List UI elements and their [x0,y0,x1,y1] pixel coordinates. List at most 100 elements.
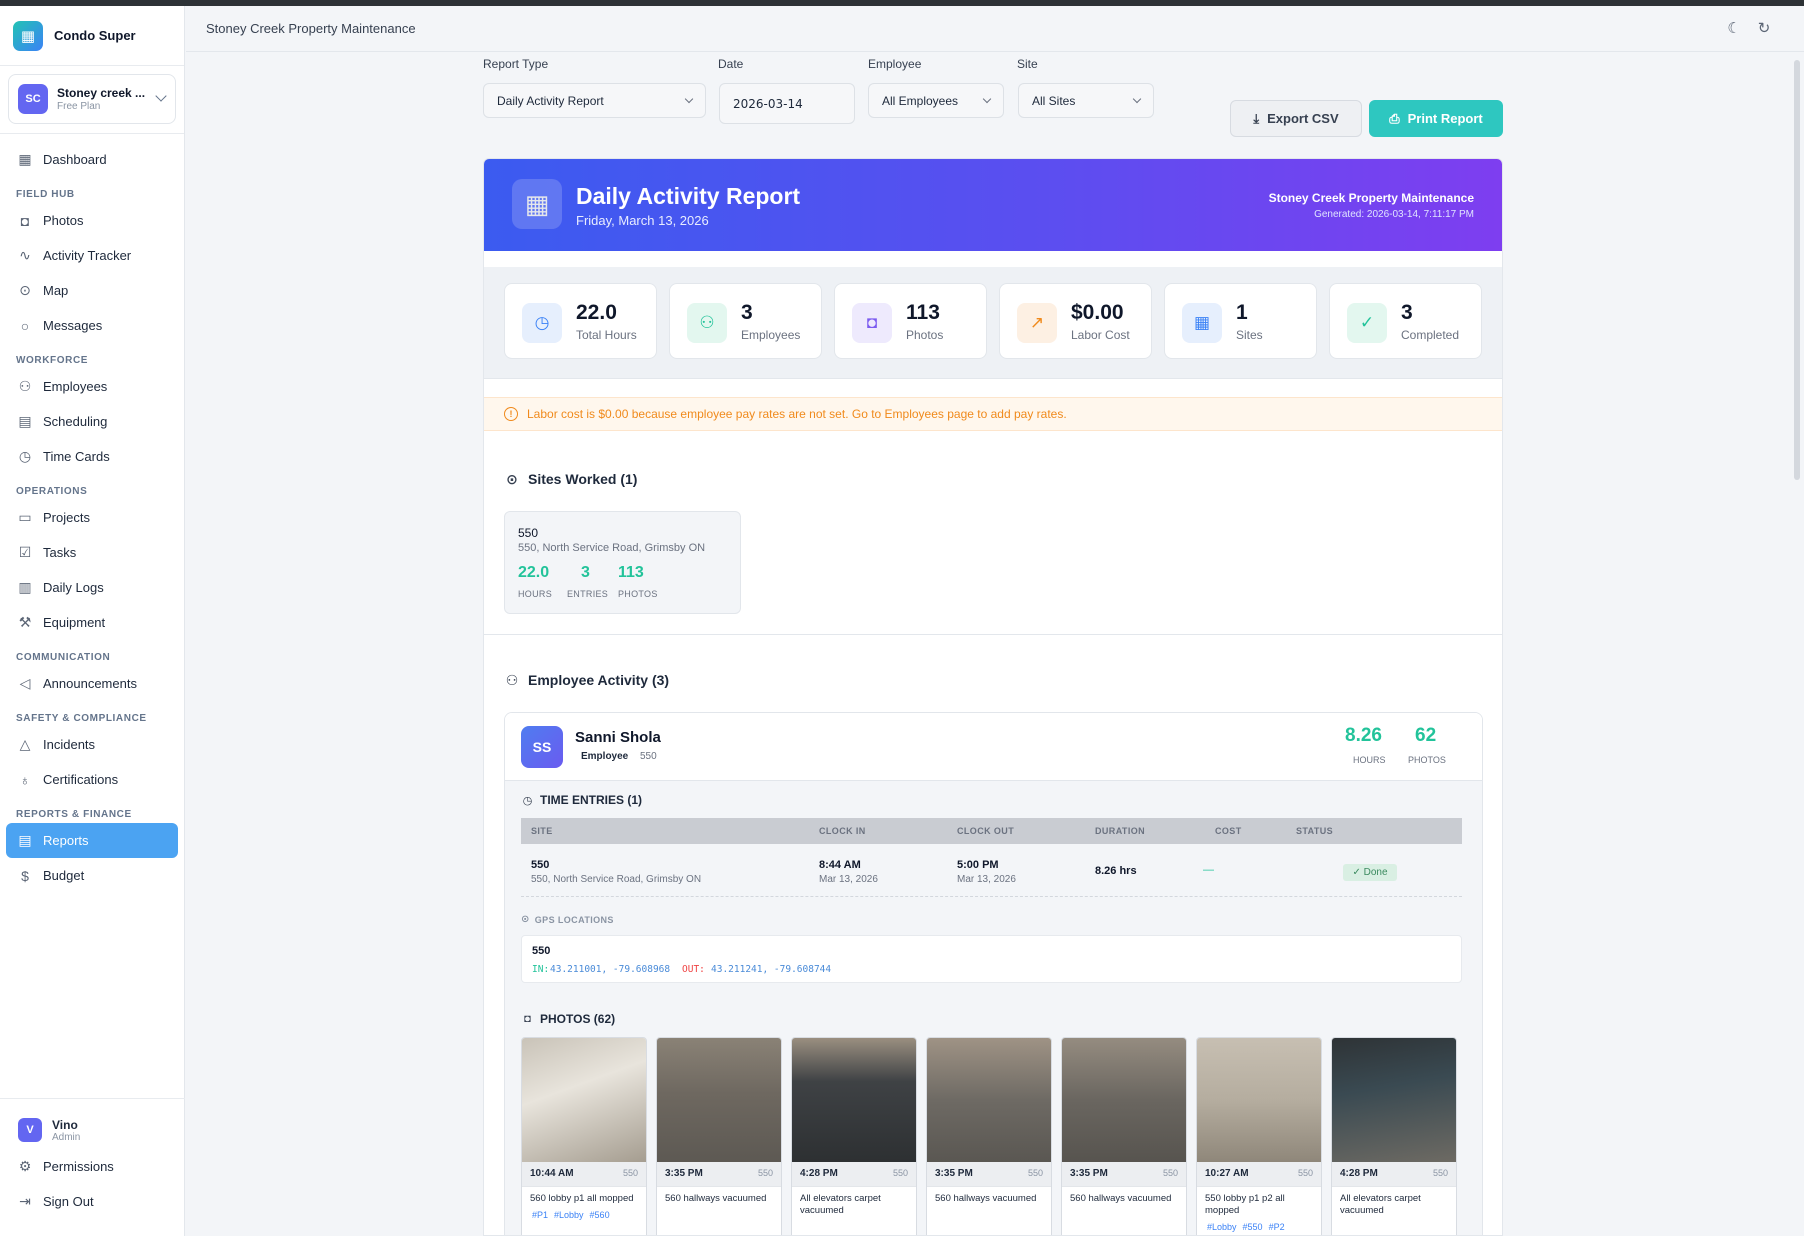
photo-tag[interactable]: #560 [590,1210,610,1220]
photo-card[interactable]: 3:35 PM 550 560 hallways vacuumed [926,1037,1052,1235]
employee-avatar: SS [521,726,563,768]
sidebar-item-announcements[interactable]: ◁ Announcements [6,666,178,701]
camera-icon: ◘ [20,212,30,229]
employee-card: SS Sanni Shola Employee 550 8.26 HOURS 6… [504,712,1483,1235]
sidebar-item-messages[interactable]: ○ Messages [6,308,178,343]
photo-card[interactable]: 3:35 PM 550 560 hallways vacuumed [656,1037,782,1235]
refresh-icon[interactable]: ↻ [1755,19,1773,37]
photo-time: 3:35 PM [935,1168,973,1179]
clock-icon: ◷ [18,448,32,464]
photo-caption: 560 hallways vacuumed [935,1193,1037,1204]
nav-section-communication: COMMUNICATION [16,652,111,663]
photo-tag[interactable]: #Lobby [1207,1222,1237,1232]
photo-thumbnail[interactable] [792,1038,916,1162]
photo-site: 550 [1297,1168,1313,1178]
org-plan: Free Plan [57,101,101,112]
photo-site: 550 [1162,1168,1178,1178]
photo-tag[interactable]: #P1 [532,1210,548,1220]
sidebar-item-scheduling[interactable]: ▤ Scheduling [6,404,178,439]
users-icon: ⚇ [687,303,727,343]
users-icon: ⚇ [18,378,32,394]
sidebar-item-photos[interactable]: ◘ Photos [6,203,178,238]
sidebar-item-tasks[interactable]: ☑ Tasks [6,535,178,570]
photo-card[interactable]: 10:44 AM 550 560 lobby p1 all mopped #P1 #Lo… [521,1037,647,1235]
report-type-select[interactable]: Daily Activity Report [483,83,706,118]
org-name: Stoney creek ... [57,86,146,100]
sidebar-item-budget[interactable]: $ Budget [6,858,178,893]
print-report-button[interactable]: ⎙ Print Report [1369,100,1503,137]
sidebar-item-employees[interactable]: ⚇ Employees [6,369,178,404]
photo-thumbnail[interactable] [1332,1038,1456,1162]
photo-tag[interactable]: #Lobby [554,1210,584,1220]
site-card[interactable]: 550 550, North Service Road, Grimsby ON … [504,511,741,614]
nav-section-field-hub: FIELD HUB [16,189,75,200]
stat-card-employees: ⚇ 3 Employees [669,283,822,359]
site-select[interactable]: All Sites [1018,83,1154,118]
sidebar-item-equipment[interactable]: ⚒ Equipment [6,605,178,640]
clock-icon: ◷ [522,794,533,807]
gps-out-coords[interactable]: 43.211241, -79.608744 [711,964,831,975]
sidebar-nav: ▦ Dashboard FIELD HUB ◘ Photos ∿ Activity T… [0,134,184,893]
photo-card[interactable]: 4:28 PM 550 All elevators carpet vacuumed [1331,1037,1457,1235]
chevron-down-icon [1132,94,1142,104]
photo-site: 550 [892,1168,908,1178]
photo-thumbnail[interactable] [1062,1038,1186,1162]
stat-card-labor-cost: ↗ $0.00 Labor Cost [999,283,1152,359]
photo-thumbnail[interactable] [927,1038,1051,1162]
photo-caption: 560 hallways vacuumed [665,1193,767,1204]
photo-tag[interactable]: #550 [1243,1222,1263,1232]
stat-card-sites: ▦ 1 Sites [1164,283,1317,359]
employee-details: ◷ TIME ENTRIES (1) SITE CLOCK IN CLOCK O… [505,781,1482,1235]
sidebar-item-map[interactable]: ⊙ Map [6,273,178,308]
photo-thumbnail[interactable] [522,1038,646,1162]
employee-hours: 8.26 [1345,725,1382,746]
photo-thumbnail[interactable] [657,1038,781,1162]
clipboard-icon: ▥ [18,579,32,595]
gear-icon: ⚙ [18,1158,32,1174]
export-csv-button[interactable]: ⤓ Export CSV [1230,100,1362,137]
photo-thumbnail[interactable] [1197,1038,1321,1162]
sidebar-item-daily-logs[interactable]: ▥ Daily Logs [6,570,178,605]
photo-site: 550 [622,1168,638,1178]
chevron-down-icon [684,94,694,104]
map-pin-icon: ⊙ [506,470,518,487]
moon-icon[interactable]: ☾ [1725,19,1743,37]
employee-header[interactable]: SS Sanni Shola Employee 550 8.26 HOURS 6… [505,713,1482,781]
building-icon: ▦ [1182,303,1222,343]
sidebar-item-time-cards[interactable]: ◷ Time Cards [6,439,178,474]
award-icon: ♁ [19,771,31,788]
photo-card[interactable]: 4:28 PM 550 All elevators carpet vacuumed [791,1037,917,1235]
top-header: Stoney Creek Property Maintenance ☾ ↻ [186,6,1804,52]
sidebar-item-permissions[interactable]: ⚙ Permissions [6,1149,179,1184]
report-date: Friday, March 13, 2026 [576,213,709,228]
photo-card[interactable]: 10:27 AM 550 550 lobby p1 p2 all mopped #Lo… [1196,1037,1322,1235]
gps-in-coords[interactable]: 43.211001, -79.608968 [550,964,670,975]
sidebar-item-sign-out[interactable]: ⇥ Sign Out [6,1184,179,1219]
sidebar-item-dashboard[interactable]: ▦ Dashboard [6,142,178,177]
photo-tag[interactable]: #P2 [1269,1222,1285,1232]
stat-card-completed: ✓ 3 Completed [1329,283,1482,359]
sidebar-item-activity-tracker[interactable]: ∿ Activity Tracker [6,238,178,273]
scrollbar[interactable] [1794,60,1800,480]
sidebar-item-certifications[interactable]: ♁ Certifications [6,762,178,797]
photo-card[interactable]: 3:35 PM 550 560 hallways vacuumed [1061,1037,1187,1235]
brand[interactable]: ▦ Condo Super [0,6,184,66]
sidebar-item-projects[interactable]: ▭ Projects [6,500,178,535]
alert-circle-icon: ! [504,407,518,421]
org-switcher[interactable]: SC Stoney creek ... Free Plan [8,74,176,124]
nav-section-reports: REPORTS & FINANCE [16,809,132,820]
photo-time: 10:27 AM [1205,1168,1249,1179]
sidebar-item-incidents[interactable]: △ Incidents [6,727,178,762]
sidebar-item-reports[interactable]: ▤ Reports [6,823,178,858]
time-entries-header: SITE CLOCK IN CLOCK OUT DURATION COST ST… [521,818,1462,844]
photo-time: 3:35 PM [665,1168,703,1179]
date-input[interactable]: 2026-03-14 [719,83,855,124]
trending-up-icon: ↗ [1017,303,1057,343]
photo-tags: #Lobby #550 #P2 [1197,1217,1321,1232]
gps-location-box: 550 IN: 43.211001, -79.608968 OUT: 43.21… [521,935,1462,983]
user-profile[interactable]: V Vino Admin [6,1111,179,1149]
grid-icon: ▦ [18,151,32,167]
activity-icon: ∿ [19,247,31,263]
employee-select[interactable]: All Employees [868,83,1004,118]
employee-activity-title: ⚇ Employee Activity (3) [505,671,670,689]
